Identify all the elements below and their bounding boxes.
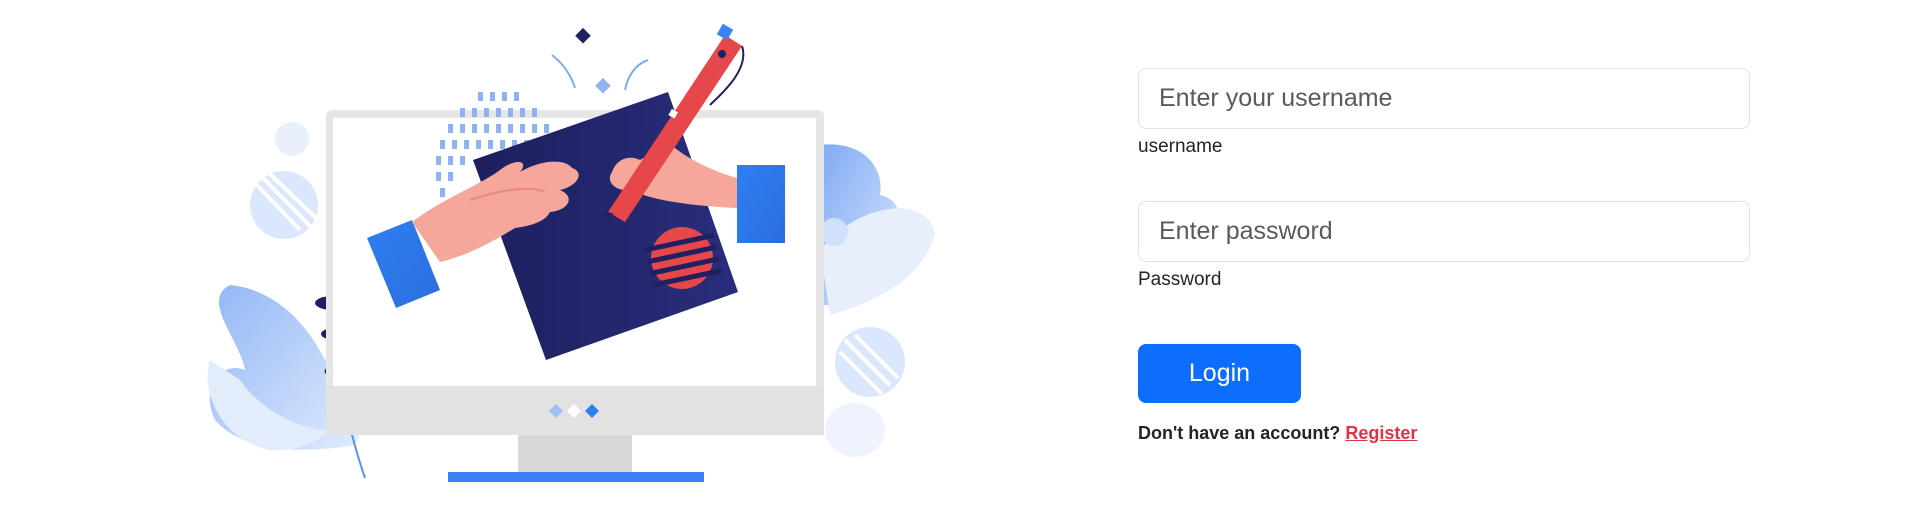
register-prompt-line: Don't have an account? Register — [1138, 423, 1750, 444]
login-form: username Password Login Don't have an ac… — [1138, 68, 1750, 444]
username-label: username — [1138, 136, 1223, 157]
register-prompt-text: Don't have an account? — [1138, 423, 1341, 443]
password-label: Password — [1138, 269, 1222, 290]
login-button[interactable]: Login — [1138, 344, 1301, 403]
right-leaves-illustration — [820, 144, 935, 457]
username-input[interactable] — [1138, 68, 1750, 129]
decor-shapes-illustration — [551, 27, 649, 94]
register-link[interactable]: Register — [1345, 423, 1417, 443]
password-input[interactable] — [1138, 201, 1750, 262]
